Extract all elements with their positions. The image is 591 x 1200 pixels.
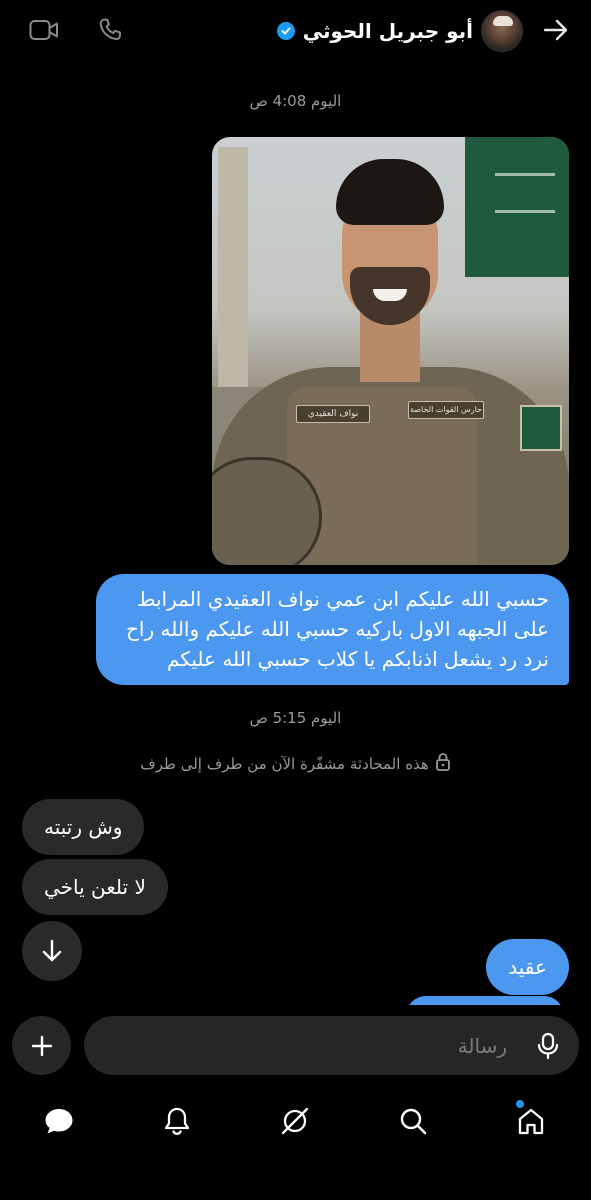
message-composer — [0, 1005, 591, 1085]
messages-icon[interactable] — [39, 1101, 79, 1141]
incoming-message[interactable]: لا تلعن ياخي — [22, 859, 168, 915]
contact-info[interactable]: أبو جبريل الحوثي — [276, 10, 523, 52]
photo-name-tag: نواف العقيدي — [296, 405, 370, 423]
contact-name: أبو جبريل الحوثي — [302, 19, 473, 43]
timestamp: اليوم 5:15 ص — [249, 709, 342, 727]
encryption-note: هذه المحادثة مشفّرة الآن من طرف إلى طرف — [0, 752, 591, 776]
photo-unit-tag: حارس القوات الخاصة — [408, 401, 484, 419]
scroll-to-bottom-button[interactable] — [22, 921, 82, 981]
photo-message[interactable]: نواف العقيدي حارس القوات الخاصة — [212, 137, 569, 565]
home-notification-dot — [516, 1100, 524, 1108]
search-icon[interactable] — [393, 1101, 433, 1141]
outgoing-message[interactable]: عقيد — [486, 939, 569, 995]
timestamp: اليوم 4:08 ص — [249, 92, 342, 110]
back-arrow-icon[interactable] — [540, 14, 572, 46]
plus-icon — [31, 1035, 52, 1056]
encryption-text: هذه المحادثة مشفّرة الآن من طرف إلى طرف — [140, 755, 429, 773]
grok-icon[interactable] — [275, 1101, 315, 1141]
video-call-icon[interactable] — [28, 14, 60, 46]
outgoing-message[interactable]: حسبي الله عليكم ابن عمي نواف العقيدي الم… — [96, 574, 569, 685]
chat-header: أبو جبريل الحوثي — [0, 0, 591, 64]
message-input[interactable] — [84, 1016, 579, 1075]
bottom-navigation — [0, 1085, 591, 1200]
avatar[interactable] — [481, 10, 523, 52]
photo-flag-patch — [520, 405, 562, 451]
incoming-message[interactable]: وش رتبته — [22, 799, 145, 855]
arrow-down-icon — [42, 939, 62, 962]
notifications-icon[interactable] — [157, 1101, 197, 1141]
lock-icon — [435, 752, 451, 776]
microphone-icon[interactable] — [534, 1032, 562, 1060]
photo-hair — [336, 159, 444, 225]
phone-call-icon[interactable] — [94, 14, 126, 46]
verified-badge-icon — [276, 22, 295, 40]
add-attachment-button[interactable] — [12, 1016, 71, 1075]
photo-flag — [465, 137, 569, 277]
